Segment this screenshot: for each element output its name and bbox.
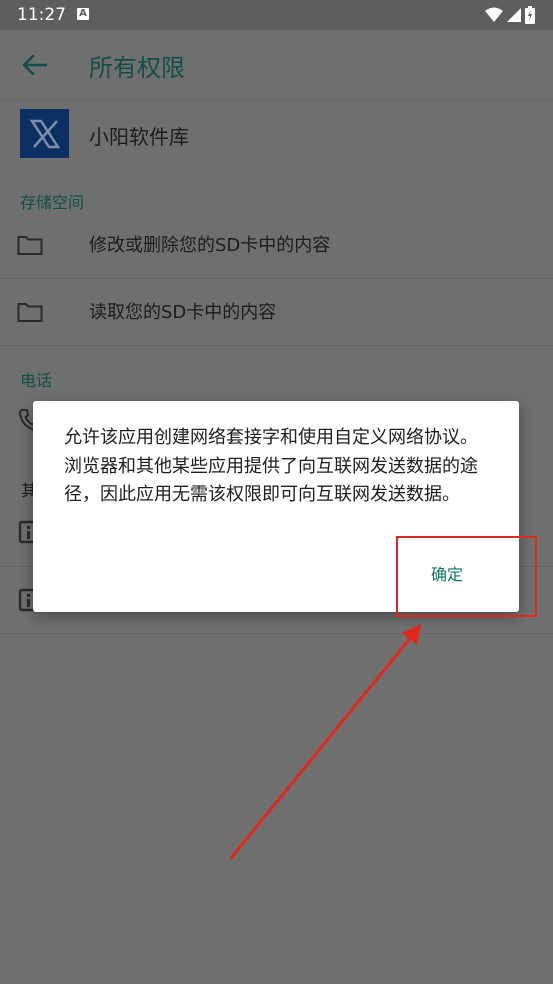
permission-label: 读取您的SD卡中的内容 (89, 302, 277, 323)
app-logo-icon (20, 109, 69, 158)
signal-icon (507, 8, 521, 22)
back-arrow-icon[interactable] (20, 52, 50, 78)
permission-item-read-sd[interactable]: 读取您的SD卡中的内容 (0, 279, 553, 346)
app-name: 小阳软件库 (89, 125, 189, 149)
permission-label: 修改或删除您的SD卡中的内容 (89, 235, 331, 256)
folder-icon (17, 303, 43, 322)
status-bar: 11:27 A (0, 0, 553, 30)
page-title: 所有权限 (89, 54, 185, 82)
notification-a-icon: A (77, 8, 89, 20)
status-time: 11:27 (17, 5, 66, 25)
annotation-highlight-box (396, 536, 537, 617)
status-icons (485, 6, 535, 24)
app-header-row: 小阳软件库 (0, 100, 553, 169)
folder-icon (17, 236, 43, 255)
row-divider (0, 633, 553, 634)
dialog-message: 允许该应用创建网络套接字和使用自定义网络协议。浏览器和其他某些应用提供了向互联网… (64, 427, 478, 505)
permission-item-modify-sd[interactable]: 修改或删除您的SD卡中的内容 (0, 212, 553, 279)
wifi-icon (485, 7, 503, 22)
battery-icon (525, 6, 535, 24)
section-storage-label: 存储空间 (20, 193, 85, 212)
app-bar: 所有权限 (0, 30, 553, 100)
section-phone-label: 电话 (20, 371, 53, 390)
x-logo-icon (29, 119, 60, 148)
